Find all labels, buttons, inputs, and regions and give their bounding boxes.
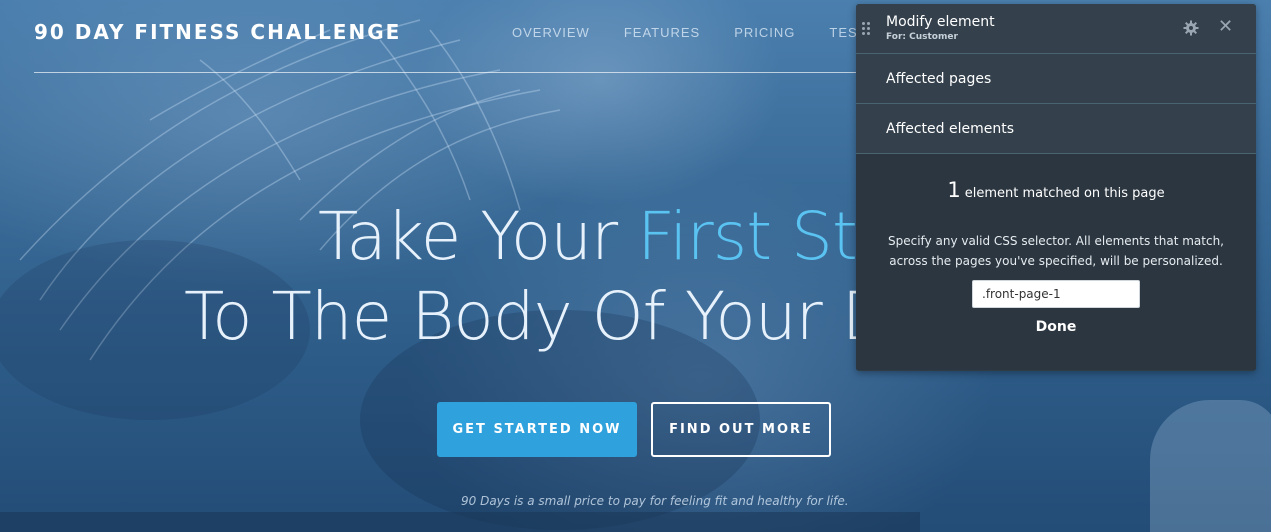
css-selector-input[interactable] <box>972 280 1140 308</box>
nav-item-overview[interactable]: OVERVIEW <box>512 25 590 40</box>
done-button[interactable]: Done <box>856 319 1256 335</box>
instructions-line-1: Specify any valid CSS selector. All elem… <box>888 234 1224 248</box>
instructions-line-2: across the pages you've specified, will … <box>889 254 1223 268</box>
match-text: element matched on this page <box>964 186 1165 201</box>
hero-tagline: 90 Days is a small price to pay for feel… <box>461 494 849 508</box>
affected-pages-section[interactable]: Affected pages <box>856 54 1256 104</box>
panel-subtitle: For: Customer <box>886 32 958 42</box>
hand-shape <box>1150 400 1271 532</box>
find-out-more-button[interactable]: FIND OUT MORE <box>651 402 831 457</box>
get-started-button[interactable]: GET STARTED NOW <box>437 402 637 457</box>
modify-element-panel: Modify element For: Customer ✕ Affected <box>856 4 1256 371</box>
nav-divider <box>34 72 874 73</box>
panel-header: Modify element For: Customer ✕ <box>856 4 1256 54</box>
site-brand[interactable]: 90 DAY FITNESS CHALLENGE <box>34 20 401 44</box>
nav-item-pricing[interactable]: PRICING <box>734 25 795 40</box>
bottom-strip <box>0 512 920 532</box>
headline-line-1: Take Your First St <box>318 198 858 275</box>
match-count: 1 <box>947 178 961 202</box>
headline-line-2: To The Body Of Your D <box>184 278 893 355</box>
panel-top: Modify element For: Customer ✕ Affected <box>856 4 1256 154</box>
panel-body: 1 element matched on this page Specify an… <box>856 154 1256 370</box>
match-summary: 1 element matched on this page <box>856 178 1256 202</box>
close-icon[interactable]: ✕ <box>1218 18 1233 36</box>
gear-icon[interactable] <box>1183 20 1199 36</box>
headline-accent: First St <box>637 198 858 275</box>
affected-elements-section[interactable]: Affected elements <box>856 104 1256 154</box>
selector-instructions: Specify any valid CSS selector. All elem… <box>876 231 1236 271</box>
nav-item-features[interactable]: FEATURES <box>624 25 700 40</box>
headline-plain: Take Your <box>318 198 638 275</box>
panel-title: Modify element <box>886 14 995 30</box>
main-nav: OVERVIEW FEATURES PRICING TESTIMO <box>512 25 894 40</box>
drag-handle-icon[interactable] <box>862 22 870 35</box>
